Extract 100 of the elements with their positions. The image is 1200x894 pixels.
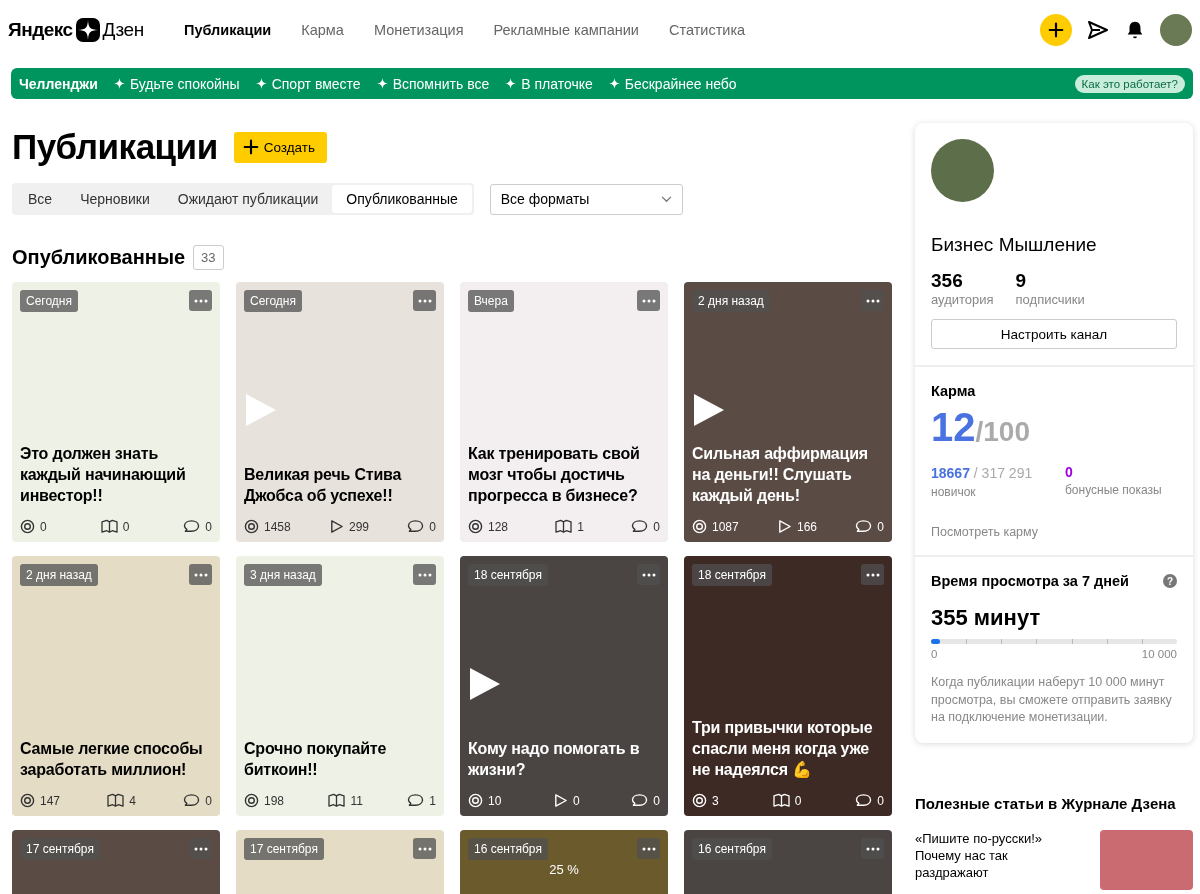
date-badge: 18 сентября: [468, 564, 548, 586]
more-button[interactable]: [413, 838, 436, 859]
stat-value: 10: [488, 793, 502, 808]
stat-value: 9: [1015, 270, 1028, 292]
date-badge: Вчера: [468, 290, 514, 312]
card-title: Сильная аффирмация на деньги!! Слушать каждый день!: [692, 444, 869, 506]
more-button[interactable]: [189, 838, 212, 859]
publication-card[interactable]: 18 сентября Кому надо помогать в жизни? 10 0 0: [460, 556, 668, 816]
stat-value: 0: [205, 793, 212, 808]
challenge-link[interactable]: В платочке: [505, 75, 593, 92]
stat-value: 11: [350, 793, 363, 808]
more-button[interactable]: [861, 290, 884, 311]
section-title: Время просмотра за 7 дней: [931, 573, 1129, 589]
more-button[interactable]: [637, 838, 660, 859]
stat-value: 0: [653, 793, 660, 808]
challenge-link[interactable]: Вспомнить все: [376, 75, 490, 92]
scale-label: 10 000: [1141, 648, 1177, 660]
more-icon: [641, 572, 656, 577]
bonus-label: бонусные показы: [1065, 483, 1163, 497]
bonus-value: 0: [1065, 464, 1074, 480]
comment-icon: [407, 519, 425, 534]
nav-link[interactable]: Статистика: [668, 22, 746, 38]
publication-card[interactable]: Сегодня Это должен знать каждый начинающий инвестор!! 0 0 0: [12, 282, 220, 542]
scale-label: 0: [931, 648, 938, 660]
stat-value: 0: [653, 519, 660, 534]
nav-link[interactable]: Рекламные кампании: [493, 22, 639, 38]
publication-card[interactable]: Вчера Как тренировать свой мозг чтобы достичь прогресса в бизнесе? 128 1 0: [460, 282, 668, 542]
nav-link[interactable]: Публикации: [184, 22, 272, 38]
comment-icon: [407, 793, 425, 808]
stat-label: подписчики: [1015, 292, 1085, 307]
card-title: Срочно покупайте биткоин!!: [244, 739, 388, 780]
karma-max: /100: [975, 416, 1030, 447]
avatar[interactable]: [1160, 14, 1192, 46]
stat-value: 0: [205, 519, 212, 534]
filter-tab[interactable]: Опубликованные: [332, 185, 472, 213]
filter-tab[interactable]: Все: [14, 185, 67, 213]
challenge-link[interactable]: Бескрайнее небо: [608, 75, 737, 92]
more-button[interactable]: [189, 564, 212, 585]
help-button[interactable]: Как это работает?: [1074, 74, 1185, 93]
filter-tab[interactable]: Ожидают публикации: [163, 185, 333, 213]
karma-link[interactable]: Посмотреть карму: [931, 525, 1177, 539]
more-button[interactable]: [861, 838, 884, 859]
create-button[interactable]: Создать: [233, 131, 327, 163]
more-button[interactable]: [861, 564, 884, 585]
stat-value: 299: [349, 519, 369, 534]
card-title: Три привычки которые спасли меня когда уже не надеялся 💪: [692, 718, 874, 780]
play-icon: [553, 793, 568, 808]
sparkle-icon: [608, 78, 620, 89]
logo-text: Дзен: [102, 19, 144, 41]
publication-card[interactable]: 16 сентября: [684, 830, 892, 894]
publication-card[interactable]: 2 дня назад Самые легкие способы заработать миллион! 147 4 0: [12, 556, 220, 816]
publication-card[interactable]: 16 сентября 25 %: [460, 830, 668, 894]
comment-icon: [183, 519, 201, 534]
more-button[interactable]: [637, 564, 660, 585]
logo-text: Яндекс: [8, 19, 73, 41]
challenge-link[interactable]: Будьте спокойны: [113, 75, 240, 92]
comment-icon: [855, 519, 873, 534]
publication-card[interactable]: 17 сентября: [12, 830, 220, 894]
stat-value: 128: [488, 519, 509, 534]
stat-value: 4: [129, 793, 136, 808]
more-button[interactable]: [413, 290, 436, 311]
filter-tab[interactable]: Черновики: [66, 185, 164, 213]
date-badge: 16 сентября: [692, 838, 772, 860]
nav-link[interactable]: Карма: [301, 22, 344, 38]
card-title: Самые легкие способы заработать миллион!: [20, 739, 204, 780]
article-link[interactable]: «Пишите по-русски!» Почему нас так раздражают: [915, 829, 1055, 890]
date-badge: 2 дня назад: [692, 290, 770, 312]
publication-card[interactable]: Сегодня Великая речь Стива Джобса об успехе!! 1458 299 0: [236, 282, 444, 542]
stat-label: аудитория: [931, 292, 994, 307]
more-icon: [865, 572, 880, 577]
help-icon[interactable]: ?: [1163, 574, 1177, 588]
publication-card[interactable]: 2 дня назад Сильная аффирмация на деньги!! Слушать каждый день! 1087 166 0: [684, 282, 892, 542]
eye-icon: [244, 519, 259, 534]
challenge-link[interactable]: Спорт вместе: [255, 75, 361, 92]
add-button[interactable]: [1040, 14, 1072, 46]
stat-value: 1: [577, 519, 584, 534]
publication-card[interactable]: 17 сентября: [236, 830, 444, 894]
challenges-link[interactable]: Челленджи: [19, 75, 98, 92]
publication-card[interactable]: 18 сентября Три привычки которые спасли меня когда уже не надеялся 💪 3 0 0: [684, 556, 892, 816]
karma-total: / 317 291: [972, 465, 1033, 481]
settings-button[interactable]: Настроить канал: [931, 319, 1177, 349]
card-title: Как тренировать свой мозг чтобы достичь прогресса в бизнесе?: [468, 444, 641, 506]
articles-title: Полезные статьи в Журнале Дзена: [915, 794, 1177, 812]
sparkle-icon: [113, 78, 125, 89]
page-title: Публикации: [12, 127, 218, 167]
play-icon: [694, 394, 724, 426]
publication-card[interactable]: 3 дня назад Срочно покупайте биткоин!! 198 11 1: [236, 556, 444, 816]
stat-value: 0: [573, 793, 580, 808]
format-dropdown[interactable]: Все форматы: [489, 183, 683, 215]
plus-icon: [1047, 21, 1065, 39]
more-icon: [865, 846, 880, 851]
stat-value: 0: [122, 519, 130, 534]
stat-value: 166: [797, 519, 817, 534]
date-badge: 2 дня назад: [20, 564, 98, 586]
date-badge: 16 сентября: [468, 838, 548, 860]
channel-name: Бизнес Мышление: [931, 234, 1098, 256]
nav-link[interactable]: Монетизация: [373, 22, 464, 38]
comment-icon: [631, 519, 649, 534]
send-icon[interactable]: [1086, 18, 1110, 42]
more-icon: [193, 846, 208, 851]
